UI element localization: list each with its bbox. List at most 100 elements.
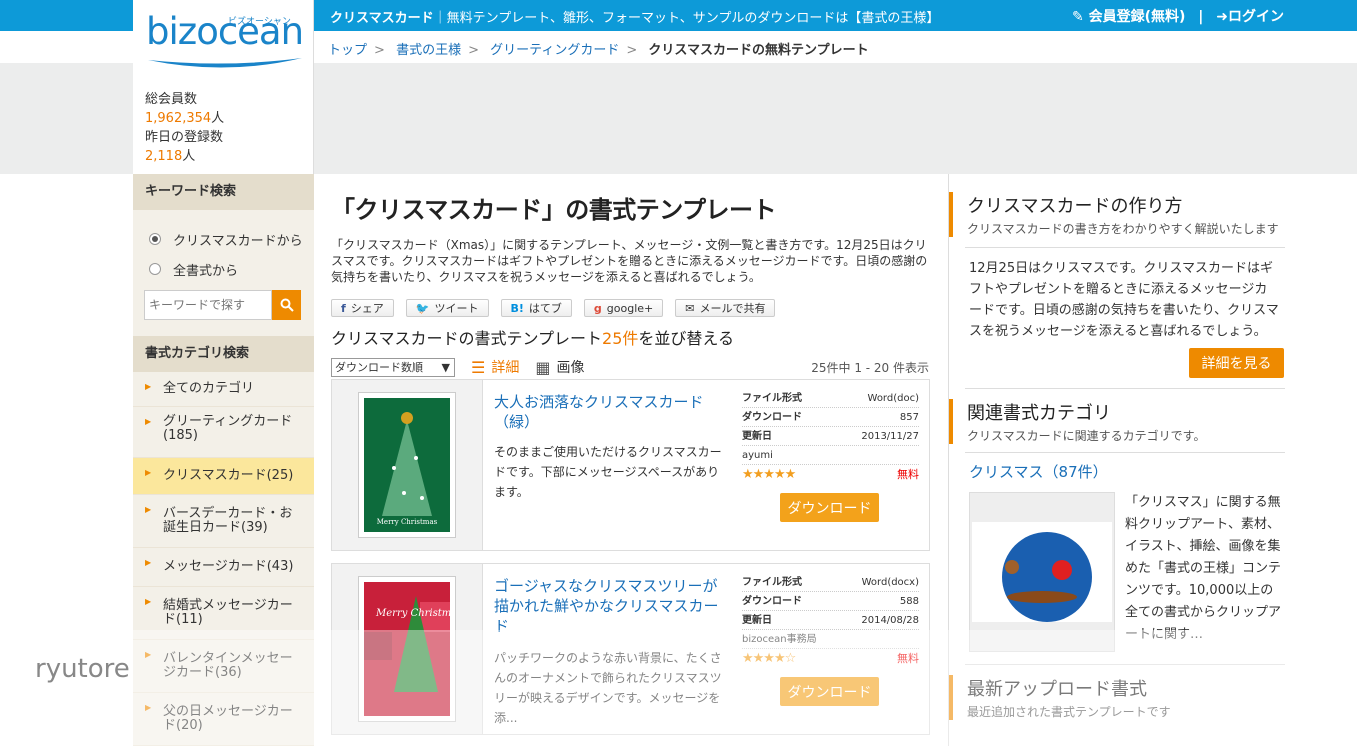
mail-label: メールで共有 [699,302,766,315]
template-title-link[interactable]: ゴージャスなクリスマスツリーが描かれた鮮やかなクリスマスカード [494,576,724,636]
category-greeting[interactable]: グリーティングカード(185) [133,407,314,458]
format-value: Word(docx) [861,577,919,588]
chevron-right-icon: > [626,43,638,58]
category-wedding[interactable]: 結婚式メッセージカード(11) [133,587,314,640]
member-stats: 総会員数 1,962,354人 昨日の登録数 2,118人 [133,83,314,174]
updated-value: 2014/08/28 [861,615,919,626]
rating-stars: ★★★★★ [742,467,796,482]
search-input[interactable] [144,290,272,320]
download-button[interactable]: ダウンロード [780,677,879,706]
thumbnail-caption: Merry Christmas [375,608,450,619]
price-badge: 無料 [897,652,919,665]
category-fathers-day[interactable]: 父の日メッセージカード(20) [133,693,314,746]
download-button[interactable]: ダウンロード [780,493,879,522]
thumbnail-caption: Merry Christmas [377,518,438,526]
chevron-right-icon: > [468,43,479,58]
radio-this-category[interactable]: クリスマスカードから [133,224,314,254]
category-all[interactable]: 全てのカテゴリ [133,372,314,407]
related-category-link[interactable]: クリスマス（87件） [949,461,1284,482]
author-name: bizocean事務局 [742,634,817,645]
howto-text: 12月25日はクリスマスです。クリスマスカードはギフトやプレゼントを贈るときに添… [969,261,1279,339]
related-thumbnail[interactable] [969,492,1116,652]
total-members-label: 総会員数 [145,92,198,107]
category-birthday[interactable]: バースデーカード・お誕生日カード(39) [133,495,314,548]
santa-clipart-image [972,522,1113,622]
template-description: パッチワークのような赤い背景に、たくさんのオーナメントで飾られたクリスマスツリー… [494,651,722,725]
breadcrumb-top[interactable]: トップ [328,43,367,58]
sort-select[interactable]: ダウンロード数順 ▼ [331,357,455,377]
intro-text: 「クリスマスカード（Xmas）」に関するテンプレート、メッセージ・文例一覧と書き… [331,238,928,284]
total-members-value: 1,962,354 [145,111,212,126]
downloads-label: ダウンロード [742,596,802,607]
left-sidebar: キーワード検索 クリスマスカードから 全書式から 書式カテゴリ検索 全てのカテゴ… [133,174,314,746]
updated-value: 2013/11/27 [861,431,919,442]
radio-icon [149,233,161,245]
breadcrumb-current: クリスマスカードの無料テンプレート [648,43,869,58]
list-icon: ☰ [471,357,486,377]
header-tagline: クリスマスカード｜無料テンプレート、雛形、フォーマット、サンプルのダウンロードは… [330,7,939,26]
template-description: そのままご使用いただけるクリスマスカードです。下部にメッセージスペースがあります… [494,445,722,499]
template-thumbnail[interactable]: Merry Christmas [358,576,462,722]
right-sidebar: クリスマスカードの作り方 クリスマスカードの書き方をわかりやすく解説いたします … [948,174,1285,746]
template-thumbnail[interactable]: Merry Christmas [358,392,456,538]
related-heading: 関連書式カテゴリ クリスマスカードに関連するカテゴリです。 [949,399,1284,444]
logo-swoosh-icon [148,58,302,68]
updated-label: 更新日 [742,431,772,442]
category-list: 全てのカテゴリ グリーティングカード(185) クリスマスカード(25) バース… [133,372,314,746]
logo-kana: ビズオーシャン [228,17,291,27]
mail-share-button[interactable]: ✉ メールで共有 [675,299,776,317]
price-badge: 無料 [897,468,919,481]
howto-subtitle: クリスマスカードの書き方をわかりやすく解説いたします [967,222,1279,236]
sort-row: ダウンロード数順 ▼ ☰ 詳細 ▦ 画像 25件中 1 - 20 件表示 [331,357,931,377]
twitter-share-button[interactable]: 🐦 ツイート [405,299,489,317]
dropdown-arrow-icon: ▼ [441,360,450,374]
breadcrumb-greeting[interactable]: グリーティングカード [490,43,619,58]
latest-heading: 最新アップロード書式 最近追加された書式テンプレートです [949,675,1284,720]
downloads-value: 588 [899,596,919,607]
facebook-icon: f [341,301,346,315]
template-title-link[interactable]: 大人お洒落なクリスマスカード（緑） [494,392,724,432]
hatena-share-button[interactable]: B! はてブ [500,299,572,317]
radio-all[interactable]: 全書式から [133,254,314,284]
category-valentine[interactable]: バレンタインメッセージカード(36) [133,640,314,693]
google-share-button[interactable]: g google+ [583,299,664,317]
updated-label: 更新日 [742,615,772,626]
thumbnail-area: Merry Christmas [332,564,483,734]
hatena-label: はてブ [528,302,562,315]
hatena-icon: B! [510,301,524,315]
view-image-label: 画像 [556,360,585,376]
related-title: 関連書式カテゴリ [967,403,1111,424]
view-image-toggle[interactable]: ▦ 画像 [535,357,584,377]
view-detail-toggle[interactable]: ☰ 詳細 [471,357,519,377]
category-message[interactable]: メッセージカード(43) [133,548,314,587]
google-plus-icon: g [593,301,602,315]
category-christmas[interactable]: クリスマスカード(25) [133,458,314,495]
mail-icon: ✉ [685,301,695,315]
latest-subtitle: 最近追加された書式テンプレートです [967,705,1171,719]
format-value: Word(doc) [867,393,919,404]
template-count: 25件 [602,329,639,348]
edit-icon: ✎ [1071,9,1084,25]
related-description: 「クリスマス」に関する無料クリップアート、素材、イラスト、挿絵、画像を集めた「書… [1125,495,1282,642]
logo[interactable]: bizocean ビズオーシャン [133,0,314,83]
breadcrumb-shoshiki[interactable]: 書式の王様 [396,43,461,58]
yesterday-value: 2,118 [145,149,183,164]
facebook-share-button[interactable]: f シェア [331,299,394,317]
sort-heading: クリスマスカードの書式テンプレート25件を並び替える [331,325,931,349]
howto-title: クリスマスカードの作り方 [967,196,1183,217]
unit-label: 人 [211,111,225,126]
sort-heading-text: クリスマスカードの書式テンプレート [331,329,603,348]
radio-icon [149,263,161,275]
result-count: 25件中 1 - 20 件表示 [811,360,929,375]
search-button[interactable] [272,290,301,320]
auth-links: ✎ 会員登録(無料) | ➜ログイン [1072,6,1284,26]
register-link[interactable]: ✎ 会員登録(無料) [1072,9,1185,25]
login-link[interactable]: ➜ログイン [1216,9,1284,25]
christmas-tree-green-image: Merry Christmas [364,398,450,532]
template-item: Merry Christmas 大人お洒落なクリスマスカード（緑） そのままご使… [331,379,930,551]
latest-title: 最新アップロード書式 [967,679,1147,700]
tagline-category: クリスマスカード [330,11,434,26]
format-label: ファイル形式 [742,393,802,404]
auth-divider: | [1198,9,1204,25]
more-details-button[interactable]: 詳細を見る [1189,348,1284,378]
